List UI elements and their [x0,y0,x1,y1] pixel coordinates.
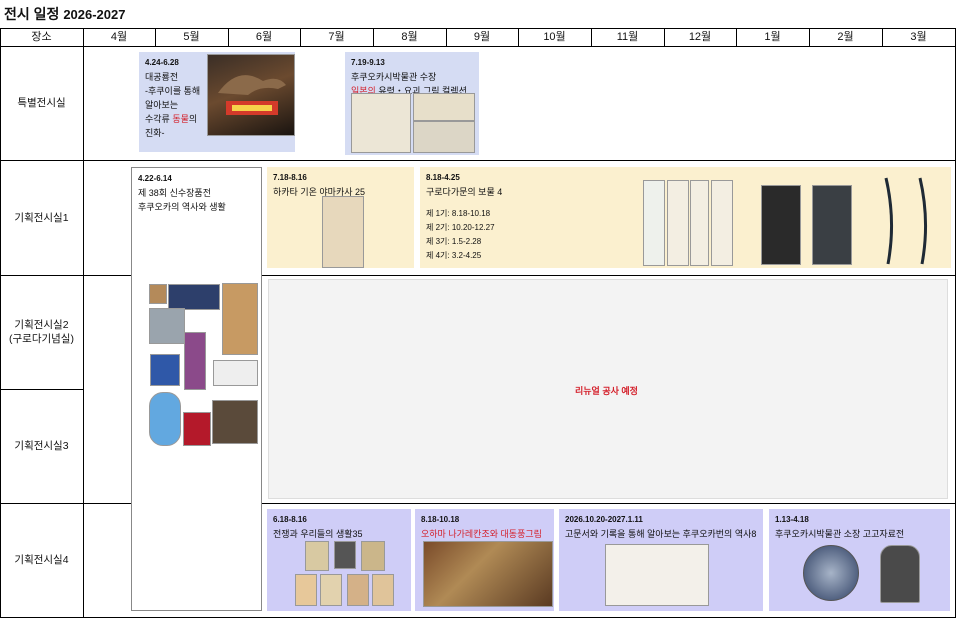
kimono-figure-image [184,332,206,390]
header-month: 9월 [473,31,491,43]
bell-image [880,545,920,603]
exhibit-archaeology[interactable]: 1.13-4.18 후쿠오카시박물관 소장 고고자료전 [769,509,950,611]
exhibit-date: 4.22-6.14 [138,174,172,183]
artifacts-set-image [213,360,258,386]
logo-badge-image [150,354,180,386]
yokai-scroll-image [413,93,475,121]
exhibit-title: 전쟁과 우리들의 생활35 [273,529,363,539]
dinosaur-poster-image [207,54,295,136]
header-month: 10월 [543,31,566,43]
grid-line [0,46,956,47]
venue-planned-3: 기획전시실3 [14,440,69,452]
venue-planned-1: 기획전시실1 [14,211,69,224]
document-scroll-image [690,180,709,266]
venue-planned-4: 기획전시실4 [14,554,69,566]
year-range: 2026-2027 [63,7,126,22]
header-month: 6월 [255,31,273,43]
header-month: 12월 [688,31,712,43]
poster-image [361,541,385,571]
armor-image [761,185,801,265]
mirror-image [803,545,859,601]
exhibit-date: 6.18-8.16 [273,515,307,524]
badge-image [334,541,356,569]
header-month: 4월 [110,31,128,43]
dinosaur-icon [218,75,286,115]
header-month: 11월 [616,31,639,43]
poster-image [305,541,329,571]
document-scroll-image [643,180,665,266]
exhibit-title-line: 제 38회 신수장품전 [138,188,211,198]
book-image [183,412,211,446]
highlight-text: 동물 [172,114,189,124]
header-month: 3월 [910,31,927,43]
yokai-book-image [351,93,411,153]
grid-line [0,617,956,618]
poster-image [347,574,369,606]
artifact-image [149,284,167,304]
exhibit-title-line: 후쿠오카시박물관 수장 [351,72,437,82]
poster-image [372,574,394,606]
document-scroll-image [711,180,733,266]
poster-image [320,574,342,606]
grid-line [955,28,956,618]
sword-icon [884,177,928,265]
title-text: 전시 일정 [4,6,60,22]
exhibit-title-line: 후쿠오카의 역사와 생활 [138,202,226,212]
armor-image [812,185,852,265]
exhibit-date: 8.18-10.18 [421,515,460,524]
page-title: 전시 일정 2026-2027 [4,4,125,24]
happi-coat-image [168,284,220,310]
header-month: 8월 [401,31,418,43]
exhibit-date: 2026.10.20-2027.1.11 [565,515,643,524]
renewal-text: 리뉴얼 공사 예정 [575,386,638,396]
header-place: 장소 [31,31,52,43]
exhibit-title: 오하마 나가레칸조와 대동풍그림 [421,529,542,539]
portrait-image [222,283,258,355]
venue-special: 특별전시실 [17,97,66,109]
grid-line [83,28,84,618]
header-month: 7월 [328,31,345,43]
armor-helmet-image [212,400,258,444]
document-image [605,544,709,606]
header-month: 2월 [837,31,854,43]
landscape-image [149,308,185,344]
exhibit-title: 고문서와 기록을 통해 알아보는 후쿠오카번의 역사8 [565,529,757,539]
poster-image [295,574,317,606]
painting-image [423,541,553,607]
exhibit-date: 7.18-8.16 [273,173,307,182]
document-scroll-image [667,180,689,266]
grid-line [0,160,956,161]
exhibit-title: 후쿠오카시박물관 소장 고고자료전 [775,529,905,539]
header-month: 5월 [183,31,200,43]
exhibit-date: 7.19-9.13 [351,58,385,67]
yokai-skeleton-image [413,121,475,153]
venue-planned-2: 기획전시실2 (구로다기념실) [9,319,74,345]
header-month: 1월 [764,31,781,43]
yamakasa-float-image [322,196,364,268]
mascot-image [149,392,181,446]
exhibit-date: 1.13-4.18 [775,515,809,524]
